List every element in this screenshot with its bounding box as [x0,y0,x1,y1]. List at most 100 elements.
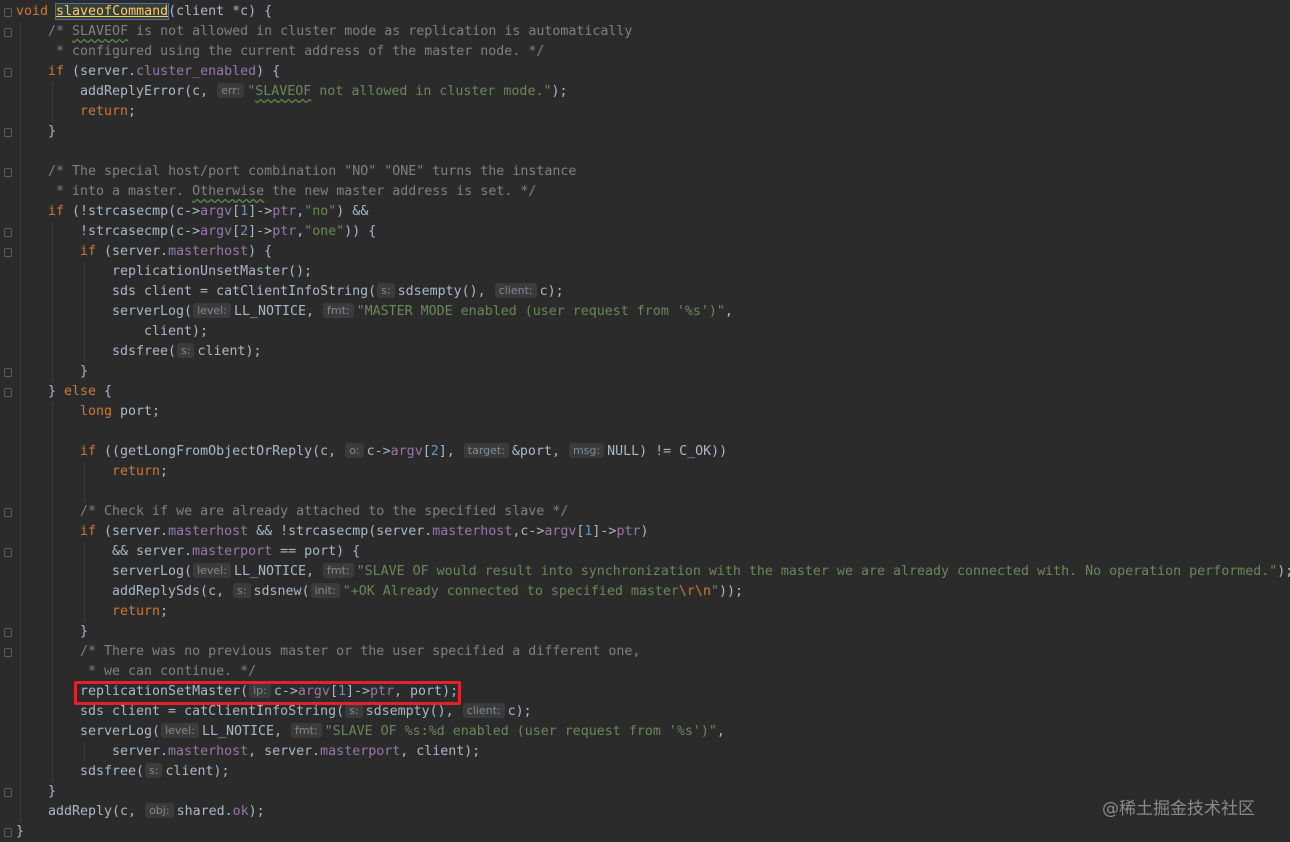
code-line[interactable]: return; [16,102,136,122]
fold-marker-icon[interactable] [4,368,12,377]
code-line[interactable]: } [16,782,56,802]
code-line[interactable]: return; [16,602,168,622]
code-line[interactable]: sdsfree(s: client); [16,762,230,782]
code-token: , client); [400,744,481,759]
code-line[interactable]: * configured using the current address o… [16,42,544,62]
code-token: server. [112,744,169,759]
code-line[interactable]: long port; [16,402,160,422]
code-line[interactable]: void slaveofCommand(client *c) { [16,2,272,22]
code-token: ], [438,444,463,459]
code-token: return [80,104,129,119]
code-token: ) { [256,64,281,79]
code-token: masterport [320,744,401,759]
code-line[interactable]: } else { [16,382,112,402]
code-line[interactable]: /* The special host/port combination "NO… [16,162,576,182]
code-token: /* [48,24,73,39]
code-token: } [80,624,89,639]
fold-marker-icon[interactable] [4,228,12,237]
fold-marker-icon[interactable] [4,548,12,557]
code-token: } [48,124,57,139]
code-line[interactable]: } [16,362,88,382]
code-line[interactable]: serverLog(level: LL_NOTICE, fmt: "MASTER M… [16,302,733,322]
code-token: if [80,524,105,539]
watermark: @稀土掘金技术社区 [1102,799,1255,819]
code-token: , [724,304,733,319]
code-line[interactable]: } [16,122,56,142]
code-line[interactable]: if (server.masterhost && !strcasecmp(ser… [16,522,649,542]
code-token: LL_NOTICE, [201,724,290,739]
parameter-hint: msg: [568,443,605,458]
code-token: cluster_enabled [136,64,257,79]
fold-marker-icon[interactable] [4,68,12,77]
code-line[interactable]: sds client = catClientInfoString(s: sdsem… [16,702,532,722]
code-token: argv [390,444,423,459]
code-token: /* There was no previous master or the u… [80,644,641,659]
parameter-hint: err: [217,83,245,98]
fold-marker-icon[interactable] [4,648,12,657]
code-token: } [80,364,89,379]
code-token: && server. [112,544,193,559]
code-token: \r\n [678,584,711,599]
code-line[interactable]: client); [16,322,208,342]
code-token: )) { [344,224,377,239]
code-token: client); [197,344,262,359]
code-line[interactable]: sdsfree(s: client); [16,342,262,362]
parameter-hint: client: [462,703,505,718]
code-line[interactable]: sds client = catClientInfoString(s: sdsem… [16,282,564,302]
code-line[interactable]: !strcasecmp(c->argv[2]->ptr,"one")) { [16,222,376,242]
fold-marker-icon[interactable] [4,28,12,37]
fold-marker-icon[interactable] [4,8,12,17]
code-line[interactable]: if (server.masterhost) { [16,242,272,262]
fold-marker-icon[interactable] [4,128,12,137]
code-line[interactable]: serverLog(level: LL_NOTICE, fmt: "SLAVE OF… [16,722,725,742]
fold-marker-icon[interactable] [4,388,12,397]
code-token: [ [422,444,431,459]
code-token: ); [1277,564,1290,579]
code-line[interactable]: if ((getLongFromObjectOrReply(c, o: c->ar… [16,442,727,462]
fold-marker-icon[interactable] [4,828,12,837]
code-line[interactable]: if (!strcasecmp(c->argv[1]->ptr,"no") && [16,202,368,222]
fold-marker-icon[interactable] [4,508,12,517]
code-token: addReply(c, [48,804,145,819]
code-token: && !strcasecmp(server. [248,524,433,539]
fold-gutter[interactable] [0,0,16,841]
code-line[interactable]: if (server.cluster_enabled) { [16,62,280,82]
code-line[interactable]: } [16,622,88,642]
code-line[interactable]: } [16,822,24,842]
code-line[interactable]: * we can continue. */ [16,662,256,682]
code-token: ]-> [248,204,273,219]
code-line[interactable]: /* Check if we are already attached to t… [16,502,568,522]
code-line[interactable]: /* SLAVEOF is not allowed in cluster mod… [16,22,632,42]
code-token: not allowed in cluster mode." [311,84,552,99]
parameter-hint: fmt: [323,303,354,318]
code-token: ,c-> [512,524,545,539]
code-line[interactable]: addReply(c, obj: shared.ok); [16,802,265,822]
code-line[interactable]: replicationUnsetMaster(); [16,262,312,282]
code-line[interactable]: serverLog(level: LL_NOTICE, fmt: "SLAVE OF… [16,562,1290,582]
code-line[interactable]: * into a master. Otherwise the new maste… [16,182,536,202]
code-line[interactable]: /* There was no previous master or the u… [16,642,640,662]
code-token: client); [165,764,230,779]
code-token: sdsempty(), [397,284,494,299]
code-token: [ [232,224,241,239]
code-line[interactable]: addReplyError(c, err: "SLAVEOF not allowe… [16,82,567,102]
code-token: if [80,244,105,259]
code-token: "MASTER MODE enabled (user request from … [356,304,725,319]
fold-marker-icon[interactable] [4,788,12,797]
code-line[interactable]: return; [16,462,168,482]
fold-marker-icon[interactable] [4,168,12,177]
fold-marker-icon[interactable] [4,628,12,637]
code-line[interactable]: addReplySds(c, s: sdsnew(init: "+OK Alread… [16,582,743,602]
code-token: if [48,204,73,219]
code-line[interactable]: && server.masterport == port) { [16,542,360,562]
code-token: * we can continue. */ [80,664,257,679]
code-token: long [80,404,113,419]
code-token: masterport [192,544,273,559]
code-line[interactable]: server.masterhost, server.masterport, cl… [16,742,480,762]
fold-marker-icon[interactable] [4,248,12,257]
code-token: return [112,464,161,479]
code-token: "no" [304,204,337,219]
code-token: 1 [240,204,249,219]
code-editor[interactable]: void slaveofCommand(client *c) {/* SLAVE… [0,0,1290,841]
code-token: ptr [272,224,297,239]
